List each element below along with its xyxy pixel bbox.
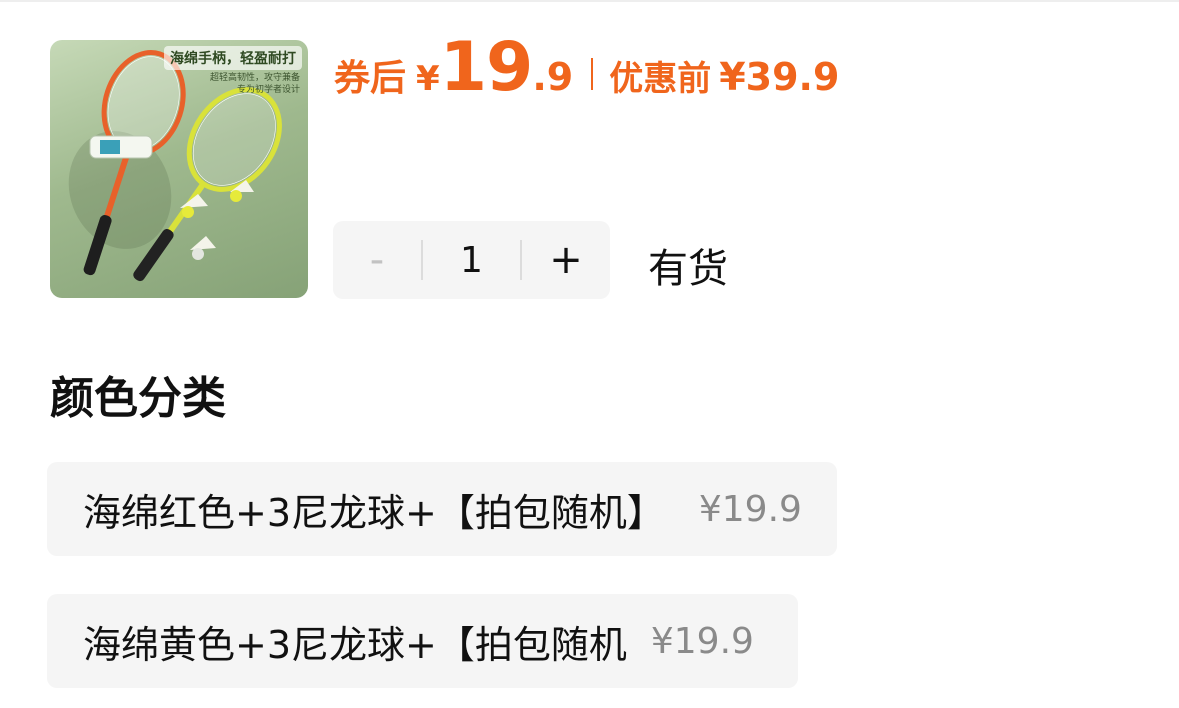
decrement-button[interactable]: - (333, 221, 421, 299)
color-option[interactable]: 海绵黄色+3尼龙球+【拍包随机 ¥19.9 (47, 594, 798, 688)
quantity-stepper: - 1 + (333, 221, 610, 299)
price-separator (591, 58, 594, 90)
quantity-value[interactable]: 1 (423, 221, 520, 299)
currency-symbol: ¥ (416, 59, 440, 99)
color-option[interactable]: 海绵红色+3尼龙球+【拍包随机】 ¥19.9 (47, 462, 837, 556)
after-coupon-label: 券后 (334, 58, 407, 99)
option-price: ¥19.9 (698, 488, 802, 530)
after-coupon-price-decimal: .9 (532, 55, 574, 99)
image-headline: 海绵手柄，轻盈耐打 (164, 46, 302, 70)
option-name: 海绵黄色+3尼龙球+【拍包随机 (83, 622, 627, 667)
before-discount-label: 优惠前 (609, 59, 712, 99)
product-image[interactable]: 海绵手柄，轻盈耐打 超轻高韧性，攻守兼备 专为初学者设计 (50, 40, 308, 298)
color-section-title: 颜色分类 (50, 373, 226, 424)
before-discount-price: ¥39.9 (719, 55, 840, 99)
after-coupon-price-integer: 19 (439, 28, 534, 107)
option-name: 海绵红色+3尼龙球+【拍包随机】 (83, 490, 665, 535)
increment-button[interactable]: + (522, 221, 610, 299)
top-divider (0, 0, 1179, 2)
option-price: ¥19.9 (650, 620, 754, 662)
stock-status: 有货 (648, 246, 728, 292)
price-row: 券后 ¥19.9 优惠前 ¥39.9 (334, 28, 839, 108)
image-subtext: 专为初学者设计 (236, 85, 300, 95)
